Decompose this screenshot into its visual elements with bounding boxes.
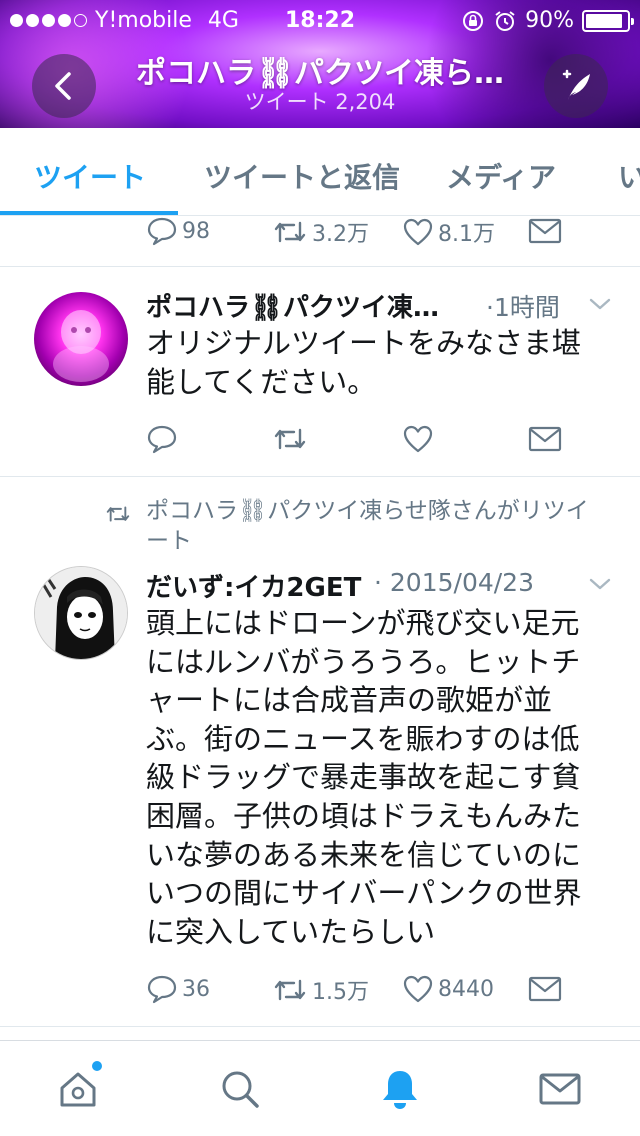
- rotation-lock-icon: [463, 10, 484, 31]
- tweet-author-name[interactable]: ポコハラ⛓パクツイ凍…: [146, 287, 439, 324]
- like-count: 8440: [438, 976, 494, 1002]
- retweet-icon: [274, 979, 306, 1001]
- profile-header: Y!mobile 4G 18:22 90% ポコハラ⛓パクツイ凍ら… ツイート …: [0, 0, 640, 128]
- chevron-down-icon[interactable]: [588, 576, 612, 592]
- tweet-actions: 98 3.2万 8.1万: [0, 214, 640, 248]
- reply-icon: [147, 975, 177, 1004]
- retweet-button[interactable]: [272, 424, 308, 454]
- home-icon: [60, 1072, 96, 1107]
- direct-message-button[interactable]: [528, 976, 562, 1002]
- avatar-glow-image: [53, 310, 109, 382]
- compose-tweet-button[interactable]: [544, 54, 608, 118]
- nav-notifications[interactable]: [378, 1067, 422, 1111]
- retweet-icon: [274, 221, 306, 243]
- nav-search[interactable]: [218, 1067, 262, 1111]
- like-button[interactable]: [402, 424, 434, 454]
- avatar[interactable]: [34, 292, 128, 386]
- like-count: 8.1万: [438, 222, 495, 247]
- like-button[interactable]: 8.1万: [402, 216, 495, 248]
- alarm-icon: [495, 10, 515, 31]
- mail-icon: [528, 218, 562, 244]
- retweeted-by-label[interactable]: ポコハラ⛓パクツイ凍らせ隊さんがリツイート: [146, 496, 606, 556]
- bell-icon: [383, 1071, 417, 1109]
- tweet-actions: [0, 424, 640, 458]
- tab-tweets[interactable]: ツイート: [34, 156, 146, 196]
- battery-percent: 90%: [525, 8, 574, 33]
- chevron-left-icon: [55, 72, 71, 100]
- tweet-text: オリジナルツイートをみなさま堪能してください。: [146, 326, 582, 399]
- heart-icon: [403, 975, 433, 1003]
- like-button[interactable]: 8440: [402, 974, 494, 1004]
- reply-icon: [147, 425, 177, 454]
- retweet-button[interactable]: 1.5万: [272, 974, 369, 1006]
- profile-tabs: ツイート ツイートと返信 メディア い: [0, 128, 640, 216]
- tweet-count: ツイート 2,204: [244, 90, 396, 114]
- retweet-count: 1.5万: [312, 980, 369, 1005]
- retweet-count: 3.2万: [312, 222, 369, 247]
- notification-badge: [92, 1061, 102, 1071]
- reply-count: 98: [182, 218, 210, 244]
- divider: [0, 266, 640, 267]
- status-bar: Y!mobile 4G 18:22 90%: [0, 6, 640, 38]
- reply-icon: [147, 217, 177, 246]
- reply-count: 36: [182, 976, 210, 1002]
- divider: [0, 1026, 640, 1027]
- tab-media[interactable]: メディア: [446, 156, 556, 196]
- mail-icon: [539, 1073, 581, 1105]
- tab-likes[interactable]: い: [618, 156, 640, 196]
- reply-button[interactable]: 98: [146, 216, 210, 246]
- mail-icon: [528, 426, 562, 452]
- direct-message-button[interactable]: [528, 218, 562, 244]
- heart-icon: [403, 425, 433, 453]
- mail-icon: [528, 976, 562, 1002]
- compose-feather-icon: [562, 69, 590, 100]
- tweet-text: 頭上にはドローンが飛び交い足元にはルンバがうろうろ。ヒットチャートには合成音声の…: [146, 606, 582, 949]
- tab-tweets-and-replies[interactable]: ツイートと返信: [204, 156, 400, 196]
- back-button[interactable]: [32, 54, 96, 118]
- reply-button[interactable]: 36: [146, 974, 210, 1004]
- bottom-tab-bar: [0, 1040, 640, 1136]
- avatar-manga-image: [35, 567, 127, 659]
- battery-icon: [582, 9, 634, 32]
- nav-home[interactable]: [56, 1061, 102, 1111]
- search-icon: [222, 1071, 259, 1108]
- direct-message-button[interactable]: [528, 426, 562, 452]
- nav-messages[interactable]: [538, 1067, 582, 1111]
- avatar[interactable]: [34, 566, 128, 660]
- retweet-button[interactable]: 3.2万: [272, 216, 369, 248]
- tweet-timestamp[interactable]: · 2015/04/23: [374, 568, 534, 597]
- chevron-down-icon[interactable]: [588, 296, 612, 312]
- retweet-icon: [274, 428, 306, 450]
- retweet-indicator-icon: [106, 506, 130, 522]
- heart-icon: [403, 218, 433, 246]
- reply-button[interactable]: [146, 424, 178, 454]
- tweet-timestamp[interactable]: ·1時間: [486, 288, 560, 324]
- tweet-actions: 36 1.5万 8440: [0, 974, 640, 1008]
- divider: [0, 476, 640, 477]
- tweet-author-name[interactable]: だいず:イカ2GET: [146, 567, 361, 604]
